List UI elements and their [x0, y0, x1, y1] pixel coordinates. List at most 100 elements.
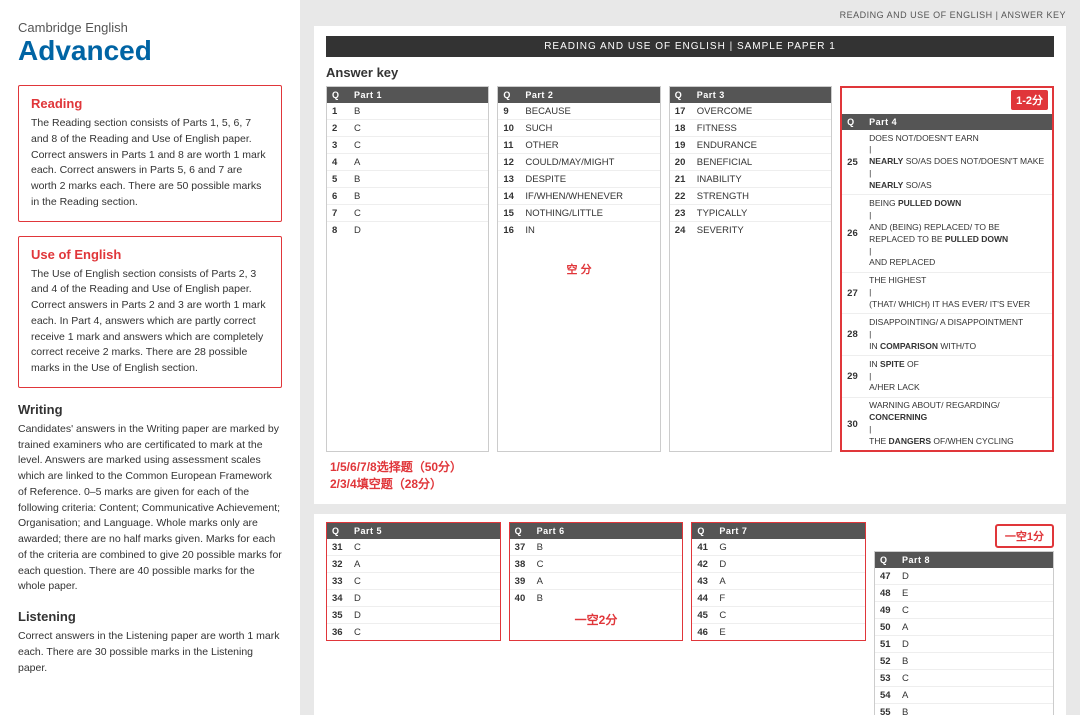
part1-header: Part 1 — [349, 87, 488, 103]
table-row: 4A — [327, 154, 488, 171]
part2-q-header: Q — [498, 87, 520, 103]
use-of-english-text: The Use of English section consists of P… — [31, 267, 269, 377]
part5-q-header: Q — [327, 523, 349, 539]
listening-section: Listening Correct answers in the Listeni… — [18, 609, 282, 676]
table-row: 12COULD/MAY/MIGHT — [498, 154, 659, 171]
table-row: 3C — [327, 137, 488, 154]
listening-text: Correct answers in the Listening paper a… — [18, 629, 282, 676]
table-row: 45C — [692, 607, 865, 624]
table-row: 31C — [327, 539, 500, 556]
brand-advanced: Advanced — [18, 35, 282, 67]
table-row: 35D — [327, 607, 500, 624]
table-row: 16IN — [498, 222, 659, 239]
table-row: 22STRENGTH — [670, 188, 831, 205]
table-row: 55B — [875, 704, 1053, 715]
part1-table: Q Part 1 1B2C3C4A5B6B7C8D — [327, 87, 488, 238]
table-row: 47D — [875, 568, 1053, 585]
part3-header: Part 3 — [692, 87, 831, 103]
table-row: 20BENEFICIAL — [670, 154, 831, 171]
part7-table: Q Part 7 41G42D43A44F45C46E — [692, 523, 865, 640]
part2-table-wrap: Q Part 2 9BECAUSE10SUCH11OTHER12COULD/MA… — [497, 86, 660, 452]
part4-badge: 1-2分 — [1011, 90, 1048, 110]
use-of-english-title: Use of English — [31, 247, 269, 262]
part3-table: Q Part 3 17OVERCOME18FITNESS19ENDURANCE2… — [670, 87, 831, 238]
top-tables-row: Q Part 1 1B2C3C4A5B6B7C8D Q Part 2 — [326, 86, 1054, 452]
answer-key-title: Answer key — [326, 65, 1054, 80]
yikong2fen-label: 一空2分 — [510, 611, 683, 628]
writing-title: Writing — [18, 402, 282, 417]
table-row: 41G — [692, 539, 865, 556]
use-of-english-section: Use of English The Use of English sectio… — [18, 236, 282, 388]
table-row: 1B — [327, 103, 488, 120]
part7-header: Part 7 — [714, 523, 865, 539]
table-row: 51D — [875, 636, 1053, 653]
part4-table-wrap: 1-2分 Q Part 4 25DOES NOT/DOESN'T EARN | … — [840, 86, 1054, 452]
part1-q-header: Q — [327, 87, 349, 103]
writing-text: Candidates' answers in the Writing paper… — [18, 422, 282, 595]
part3-q-header: Q — [670, 87, 692, 103]
table-row: 36C — [327, 624, 500, 641]
table-row: 37B — [510, 539, 683, 556]
part2-header: Part 2 — [520, 87, 659, 103]
answer-key-banner: READING AND USE OF ENGLISH | SAMPLE PAPE… — [326, 36, 1054, 57]
table-row: 48E — [875, 585, 1053, 602]
table-row: 40B — [510, 590, 683, 607]
part8-table-wrap-outer: 一空1分 Q Part 8 47D48E49C50A51D52B53C54A55… — [874, 522, 1054, 715]
brand-cambridge: Cambridge English — [18, 20, 282, 35]
table-row: 33C — [327, 573, 500, 590]
annot-line2: 2/3/4填空题（28分） — [330, 475, 1054, 492]
part7-q-header: Q — [692, 523, 714, 539]
table-row: 32A — [327, 556, 500, 573]
table-row: 23TYPICALLY — [670, 205, 831, 222]
table-row: 39A — [510, 573, 683, 590]
table-row: 8D — [327, 222, 488, 239]
table-row: 19ENDURANCE — [670, 137, 831, 154]
table-row: 24SEVERITY — [670, 222, 831, 239]
table-row: 43A — [692, 573, 865, 590]
yikong1fen-label: 一空1分 — [995, 524, 1054, 548]
table-row: 18FITNESS — [670, 120, 831, 137]
table-row: 53C — [875, 670, 1053, 687]
table-row: 49C — [875, 602, 1053, 619]
writing-section: Writing Candidates' answers in the Writi… — [18, 402, 282, 595]
table-row: 27THE HIGHEST | (THAT/ WHICH) IT HAS EVE… — [842, 272, 1052, 314]
part5-table-wrap: Q Part 5 31C32A33C34D35D36C — [326, 522, 501, 641]
part8-q-header: Q — [875, 552, 897, 568]
table-row: 5B — [327, 171, 488, 188]
top-header: READING AND USE OF ENGLISH | ANSWER KEY — [314, 10, 1066, 20]
table-row: 54A — [875, 687, 1053, 704]
table-row: 42D — [692, 556, 865, 573]
annotation-area: 1/5/6/7/8选择题（50分） 2/3/4填空题（28分） — [326, 458, 1054, 492]
table-row: 2C — [327, 120, 488, 137]
table-row: 25DOES NOT/DOESN'T EARN | NEARLY SO/AS D… — [842, 130, 1052, 195]
sidebar: Cambridge English Advanced Reading The R… — [0, 0, 300, 715]
part4-q-header: Q — [842, 114, 864, 130]
table-row: 13DESPITE — [498, 171, 659, 188]
table-row: 50A — [875, 619, 1053, 636]
part4-table: Q Part 4 25DOES NOT/DOESN'T EARN | NEARL… — [842, 114, 1052, 450]
table-row: 52B — [875, 653, 1053, 670]
part8-header: Part 8 — [897, 552, 1053, 568]
kongfen-label: 空 分 — [563, 260, 596, 278]
table-row: 46E — [692, 624, 865, 641]
part3-table-wrap: Q Part 3 17OVERCOME18FITNESS19ENDURANCE2… — [669, 86, 832, 452]
table-row: 10SUCH — [498, 120, 659, 137]
bottom-tables-row: Q Part 5 31C32A33C34D35D36C Q Part — [326, 522, 1054, 715]
answer-key-container: READING AND USE OF ENGLISH | SAMPLE PAPE… — [314, 26, 1066, 504]
table-row: 21INABILITY — [670, 171, 831, 188]
main-area: READING AND USE OF ENGLISH | ANSWER KEY … — [300, 0, 1080, 715]
part5-table: Q Part 5 31C32A33C34D35D36C — [327, 523, 500, 640]
table-row: 11OTHER — [498, 137, 659, 154]
annot-line1: 1/5/6/7/8选择题（50分） — [330, 458, 1054, 475]
reading-title: Reading — [31, 96, 269, 111]
part8-table-wrap: Q Part 8 47D48E49C50A51D52B53C54A55B56E — [874, 551, 1054, 715]
part2-table: Q Part 2 9BECAUSE10SUCH11OTHER12COULD/MA… — [498, 87, 659, 238]
table-row: 38C — [510, 556, 683, 573]
part7-table-wrap: Q Part 7 41G42D43A44F45C46E — [691, 522, 866, 641]
table-row: 15NOTHING/LITTLE — [498, 205, 659, 222]
bottom-left-wrap: Q Part 5 31C32A33C34D35D36C Q Part — [326, 522, 866, 641]
table-row: 6B — [327, 188, 488, 205]
table-row: 7C — [327, 205, 488, 222]
table-row: 26BEING PULLED DOWN | AND (BEING) REPLAC… — [842, 195, 1052, 272]
part8-table: Q Part 8 47D48E49C50A51D52B53C54A55B56E — [875, 552, 1053, 715]
